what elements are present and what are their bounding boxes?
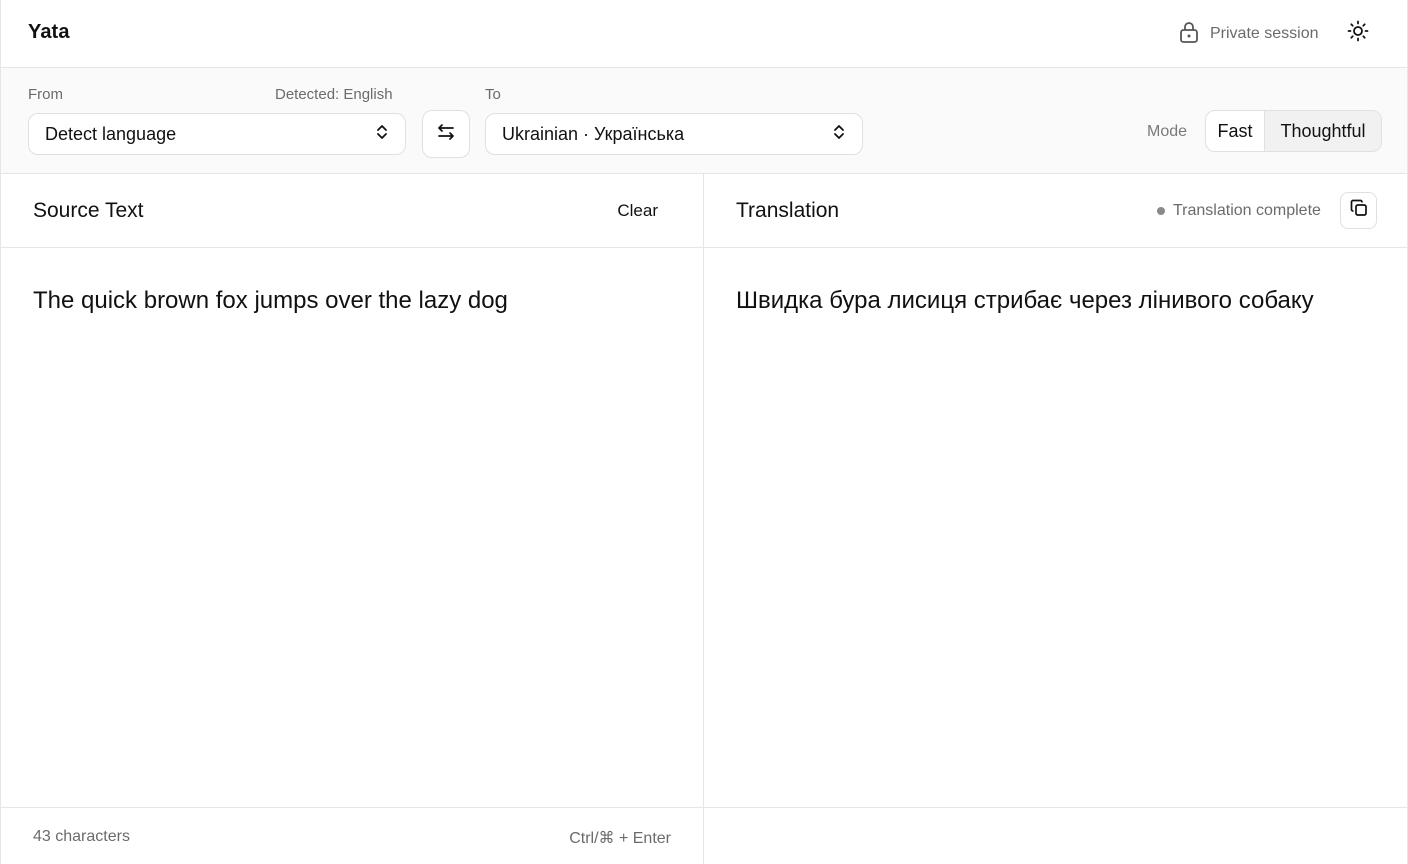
app-window: Yata Private session From Detected: Engl… bbox=[0, 0, 1408, 864]
character-count: 43 characters bbox=[33, 828, 130, 845]
mode-fast-button[interactable]: Fast bbox=[1206, 111, 1264, 151]
translation-panel-title: Translation bbox=[736, 199, 840, 222]
status-dot bbox=[1157, 207, 1165, 215]
sun-icon bbox=[1347, 20, 1369, 47]
swap-languages-button[interactable] bbox=[422, 110, 470, 158]
app-name: Yata bbox=[28, 21, 70, 43]
source-panel-title: Source Text bbox=[33, 199, 144, 222]
private-session-indicator[interactable]: Private session bbox=[1178, 20, 1319, 49]
source-panel-header: Source Text Clear bbox=[1, 174, 703, 248]
private-session-label: Private session bbox=[1210, 25, 1319, 42]
translation-panel-footer bbox=[704, 807, 1408, 864]
lock-icon bbox=[1178, 20, 1200, 49]
header: Yata Private session bbox=[1, 0, 1407, 68]
translation-status-text: Translation complete bbox=[1173, 202, 1321, 219]
source-text: The quick brown fox jumps over the lazy … bbox=[33, 287, 508, 314]
target-language-value: Ukrainian · Українська bbox=[502, 123, 685, 144]
source-text-input[interactable]: The quick brown fox jumps over the lazy … bbox=[1, 248, 703, 807]
from-label: From bbox=[28, 86, 63, 103]
source-panel: Source Text Clear The quick brown fox ju… bbox=[1, 174, 704, 864]
chevron-updown-icon bbox=[375, 123, 389, 146]
to-label: To bbox=[485, 86, 501, 103]
chevron-updown-icon bbox=[832, 123, 846, 146]
mode-label: Mode bbox=[1147, 123, 1188, 140]
source-language-value: Detect language bbox=[45, 123, 177, 144]
source-panel-footer: 43 characters Ctrl/⌘ + Enter bbox=[1, 807, 703, 864]
source-language-select[interactable]: Detect language bbox=[28, 113, 406, 155]
theme-toggle-button[interactable] bbox=[1343, 18, 1373, 48]
translation-text: Швидка бура лисиця стрибає через лінивог… bbox=[736, 287, 1314, 314]
copy-translation-button[interactable] bbox=[1340, 192, 1377, 229]
translation-panel-header: Translation Translation complete bbox=[704, 174, 1408, 248]
mode-thoughtful-button[interactable]: Thoughtful bbox=[1264, 111, 1381, 151]
swap-arrows-icon bbox=[436, 122, 456, 147]
target-language-select[interactable]: Ukrainian · Українська bbox=[485, 113, 863, 155]
detected-language-label: Detected: English bbox=[275, 86, 393, 103]
translate-shortcut-hint: Ctrl/⌘ + Enter bbox=[569, 830, 671, 847]
language-toolbar: From Detected: English Detect language T… bbox=[1, 68, 1407, 174]
mode-segmented-control: Fast Thoughtful bbox=[1205, 110, 1382, 152]
translation-panel: Translation Translation complete Швидка … bbox=[704, 174, 1408, 864]
translation-status: Translation complete bbox=[1157, 202, 1321, 220]
copy-icon bbox=[1349, 198, 1369, 223]
clear-button[interactable]: Clear bbox=[617, 201, 658, 221]
